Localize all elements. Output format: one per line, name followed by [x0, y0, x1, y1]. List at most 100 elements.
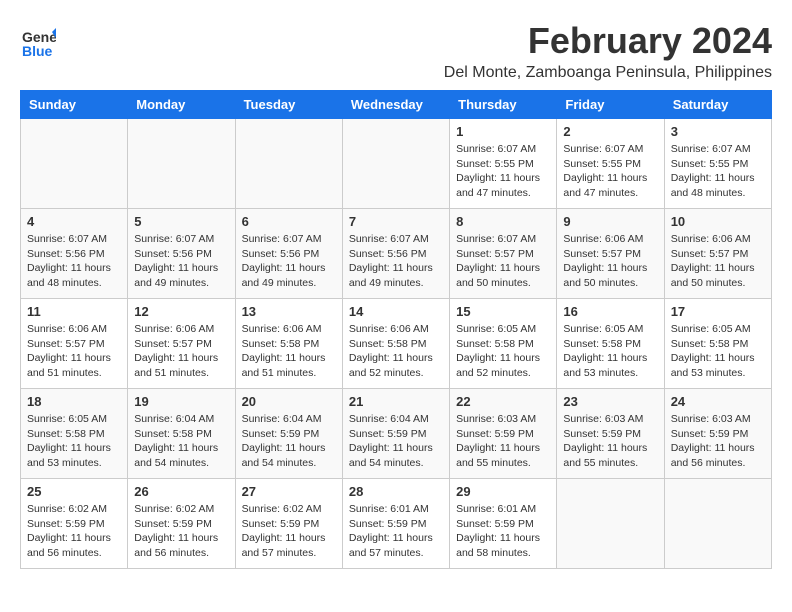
- day-info: Sunrise: 6:07 AMSunset: 5:56 PMDaylight:…: [27, 232, 121, 291]
- calendar-cell: 17Sunrise: 6:05 AMSunset: 5:58 PMDayligh…: [664, 299, 771, 389]
- day-number: 18: [27, 394, 121, 409]
- day-number: 25: [27, 484, 121, 499]
- day-info: Sunrise: 6:07 AMSunset: 5:57 PMDaylight:…: [456, 232, 550, 291]
- day-number: 5: [134, 214, 228, 229]
- calendar-cell: 4 Sunrise: 6:07 AMSunset: 5:56 PMDaylight…: [21, 209, 128, 299]
- day-number: 15: [456, 304, 550, 319]
- calendar-cell: [342, 119, 449, 209]
- calendar-cell: 18 Sunrise: 6:05 AMSunset: 5:58 PMDayligh…: [21, 389, 128, 479]
- calendar-cell: 1Sunrise: 6:07 AMSunset: 5:55 PMDaylight…: [450, 119, 557, 209]
- calendar-cell: [21, 119, 128, 209]
- calendar-cell: 26 Sunrise: 6:02 AMSunset: 5:59 PMDayligh…: [128, 479, 235, 569]
- calendar-cell: [664, 479, 771, 569]
- calendar-cell: 13 Sunrise: 6:06 AMSunset: 5:58 PMDayligh…: [235, 299, 342, 389]
- calendar-cell: 21 Sunrise: 6:04 AMSunset: 5:59 PMDayligh…: [342, 389, 449, 479]
- day-number: 28: [349, 484, 443, 499]
- day-info: Sunrise: 6:07 AMSunset: 5:56 PMDaylight:…: [349, 232, 443, 291]
- calendar-week-row: 25 Sunrise: 6:02 AMSunset: 5:59 PMDayligh…: [21, 479, 772, 569]
- day-info: Sunrise: 6:04 AMSunset: 5:59 PMDaylight:…: [349, 412, 443, 471]
- day-info: Sunrise: 6:03 AMSunset: 5:59 PMDaylight:…: [671, 412, 765, 471]
- day-info: Sunrise: 6:05 AMSunset: 5:58 PMDaylight:…: [27, 412, 121, 471]
- day-info: Sunrise: 6:02 AMSunset: 5:59 PMDaylight:…: [134, 502, 228, 561]
- day-info: Sunrise: 6:07 AMSunset: 5:56 PMDaylight:…: [134, 232, 228, 291]
- day-info: Sunrise: 6:03 AMSunset: 5:59 PMDaylight:…: [456, 412, 550, 471]
- calendar-cell: 7 Sunrise: 6:07 AMSunset: 5:56 PMDaylight…: [342, 209, 449, 299]
- calendar-cell: 25Sunrise: 6:02 AMSunset: 5:59 PMDayligh…: [21, 479, 128, 569]
- calendar-cell: 23 Sunrise: 6:03 AMSunset: 5:59 PMDayligh…: [557, 389, 664, 479]
- day-number: 4: [27, 214, 121, 229]
- day-number: 2: [563, 124, 657, 139]
- header: General Blue February 2024 Del Monte, Za…: [20, 20, 772, 82]
- calendar-week-row: 18 Sunrise: 6:05 AMSunset: 5:58 PMDayligh…: [21, 389, 772, 479]
- day-number: 13: [242, 304, 336, 319]
- weekday-header-tuesday: Tuesday: [235, 91, 342, 119]
- calendar-cell: 5 Sunrise: 6:07 AMSunset: 5:56 PMDaylight…: [128, 209, 235, 299]
- day-info: Sunrise: 6:07 AMSunset: 5:56 PMDaylight:…: [242, 232, 336, 291]
- calendar-cell: [557, 479, 664, 569]
- calendar-week-row: 1 Sunrise: 6:07 AMSunset: 5:55 PMDaylight…: [21, 119, 772, 209]
- day-number: 6: [242, 214, 336, 229]
- day-info: Sunrise: 6:04 AMSunset: 5:59 PMDaylight:…: [242, 412, 336, 471]
- calendar-cell: 2 Sunrise: 6:07 AMSunset: 5:55 PMDaylight…: [557, 119, 664, 209]
- calendar-cell: 8 Sunrise: 6:07 AMSunset: 5:57 PMDaylight…: [450, 209, 557, 299]
- day-info: Sunrise: 6:07 AMSunset: 5:55 PMDaylight:…: [563, 142, 657, 201]
- day-number: 22: [456, 394, 550, 409]
- weekday-header-monday: Monday: [128, 91, 235, 119]
- calendar-week-row: 11 Sunrise: 6:06 AMSunset: 5:57 PMDayligh…: [21, 299, 772, 389]
- weekday-header-wednesday: Wednesday: [342, 91, 449, 119]
- weekday-header-sunday: Sunday: [21, 91, 128, 119]
- day-info: Sunrise: 6:05 AMSunset: 5:58 PMDaylight:…: [456, 322, 550, 381]
- calendar-cell: [235, 119, 342, 209]
- day-number: 23: [563, 394, 657, 409]
- svg-text:Blue: Blue: [22, 43, 53, 59]
- calendar-cell: 29 Sunrise: 6:01 AMSunset: 5:59 PMDayligh…: [450, 479, 557, 569]
- calendar-cell: 15 Sunrise: 6:05 AMSunset: 5:58 PMDayligh…: [450, 299, 557, 389]
- day-number: 20: [242, 394, 336, 409]
- calendar-table: SundayMondayTuesdayWednesdayThursdayFrid…: [20, 90, 772, 569]
- day-number: 16: [563, 304, 657, 319]
- day-number: 11: [27, 304, 121, 319]
- day-number: 12: [134, 304, 228, 319]
- day-number: 7: [349, 214, 443, 229]
- calendar-cell: 9 Sunrise: 6:06 AMSunset: 5:57 PMDaylight…: [557, 209, 664, 299]
- month-title: February 2024: [444, 20, 772, 62]
- calendar-cell: 12 Sunrise: 6:06 AMSunset: 5:57 PMDayligh…: [128, 299, 235, 389]
- logo-icon: General Blue: [20, 24, 56, 60]
- day-number: 29: [456, 484, 550, 499]
- day-number: 27: [242, 484, 336, 499]
- day-number: 24: [671, 394, 765, 409]
- day-info: Sunrise: 6:06 AMSunset: 5:58 PMDaylight:…: [349, 322, 443, 381]
- day-info: Sunrise: 6:03 AMSunset: 5:59 PMDaylight:…: [563, 412, 657, 471]
- day-number: 26: [134, 484, 228, 499]
- calendar-week-row: 4 Sunrise: 6:07 AMSunset: 5:56 PMDaylight…: [21, 209, 772, 299]
- day-number: 1: [456, 124, 550, 139]
- calendar-cell: 20 Sunrise: 6:04 AMSunset: 5:59 PMDayligh…: [235, 389, 342, 479]
- weekday-header-saturday: Saturday: [664, 91, 771, 119]
- day-number: 10: [671, 214, 765, 229]
- day-number: 3: [671, 124, 765, 139]
- day-info: Sunrise: 6:01 AMSunset: 5:59 PMDaylight:…: [456, 502, 550, 561]
- calendar-cell: 27 Sunrise: 6:02 AMSunset: 5:59 PMDayligh…: [235, 479, 342, 569]
- title-section: February 2024 Del Monte, Zamboanga Penin…: [444, 20, 772, 82]
- calendar-cell: 10Sunrise: 6:06 AMSunset: 5:57 PMDayligh…: [664, 209, 771, 299]
- calendar-cell: 22 Sunrise: 6:03 AMSunset: 5:59 PMDayligh…: [450, 389, 557, 479]
- calendar-cell: 6 Sunrise: 6:07 AMSunset: 5:56 PMDaylight…: [235, 209, 342, 299]
- calendar-cell: [128, 119, 235, 209]
- calendar-cell: 24 Sunrise: 6:03 AMSunset: 5:59 PMDayligh…: [664, 389, 771, 479]
- day-info: Sunrise: 6:06 AMSunset: 5:58 PMDaylight:…: [242, 322, 336, 381]
- calendar-cell: 28 Sunrise: 6:01 AMSunset: 5:59 PMDayligh…: [342, 479, 449, 569]
- day-info: Sunrise: 6:05 AMSunset: 5:58 PMDaylight:…: [563, 322, 657, 381]
- day-info: Sunrise: 6:02 AMSunset: 5:59 PMDaylight:…: [242, 502, 336, 561]
- location-title: Del Monte, Zamboanga Peninsula, Philippi…: [444, 64, 772, 82]
- calendar-cell: 3Sunrise: 6:07 AMSunset: 5:55 PMDaylight…: [664, 119, 771, 209]
- day-number: 8: [456, 214, 550, 229]
- day-number: 9: [563, 214, 657, 229]
- day-info: Sunrise: 6:06 AMSunset: 5:57 PMDaylight:…: [563, 232, 657, 291]
- day-number: 21: [349, 394, 443, 409]
- calendar-cell: 11 Sunrise: 6:06 AMSunset: 5:57 PMDayligh…: [21, 299, 128, 389]
- day-number: 19: [134, 394, 228, 409]
- day-info: Sunrise: 6:04 AMSunset: 5:58 PMDaylight:…: [134, 412, 228, 471]
- day-info: Sunrise: 6:06 AMSunset: 5:57 PMDaylight:…: [134, 322, 228, 381]
- day-info: Sunrise: 6:01 AMSunset: 5:59 PMDaylight:…: [349, 502, 443, 561]
- day-info: Sunrise: 6:06 AMSunset: 5:57 PMDaylight:…: [27, 322, 121, 381]
